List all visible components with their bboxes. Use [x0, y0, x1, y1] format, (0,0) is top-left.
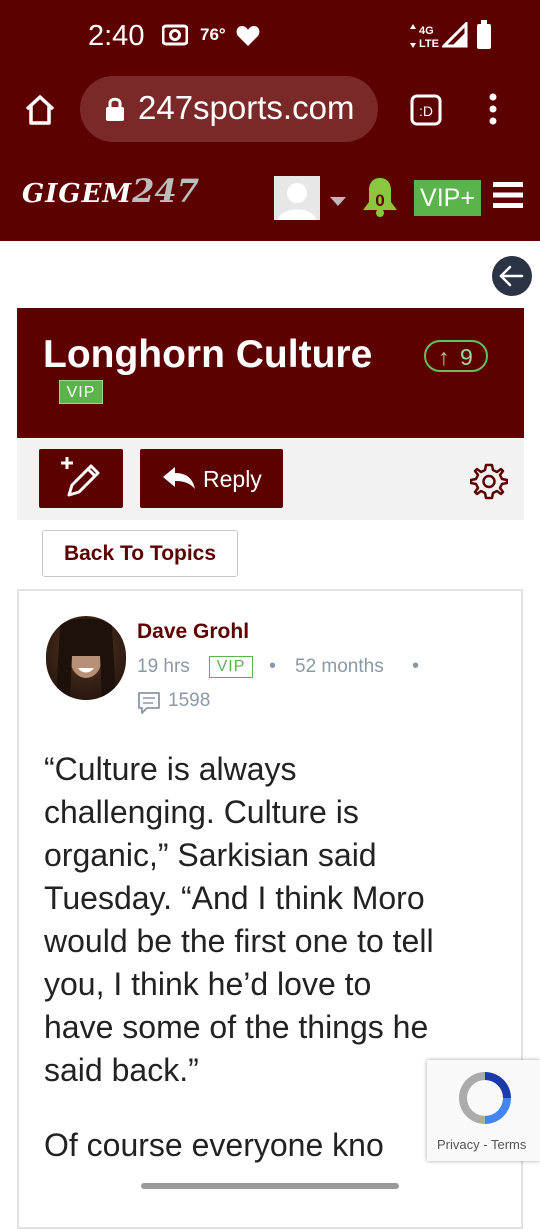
status-time: 2:40: [88, 20, 145, 52]
arrow-up-icon: ↑: [438, 344, 450, 370]
recaptcha-icon: [459, 1072, 511, 1124]
heart-icon: [236, 25, 260, 52]
thread-title: Longhorn Culture: [43, 333, 373, 376]
post-line: would be the first one to tell: [44, 923, 434, 959]
chevron-down-icon[interactable]: [330, 194, 346, 212]
terms-link[interactable]: Terms: [491, 1137, 526, 1152]
member-duration: 52 months: [295, 656, 384, 677]
link-separator: -: [483, 1137, 488, 1152]
post-line: you, I think he’d love to: [44, 966, 372, 1002]
post-line: “Culture is always: [44, 751, 297, 787]
network-4g-icon: 4G LTE: [410, 22, 440, 55]
svg-text:4G: 4G: [419, 25, 434, 37]
user-avatar[interactable]: [274, 176, 320, 220]
upvote-count: 9: [460, 344, 473, 370]
post-line: challenging. Culture is: [44, 794, 359, 830]
post-line: have some of the things he: [44, 1009, 429, 1045]
author-vip-badge: VIP: [209, 656, 253, 678]
pencil-plus-icon: [61, 457, 100, 497]
back-button[interactable]: [492, 256, 532, 296]
tab-switcher-icon[interactable]: :D: [410, 94, 442, 131]
overflow-menu-icon[interactable]: [488, 93, 498, 130]
upvote-badge[interactable]: ↑ 9: [424, 340, 488, 372]
gear-icon[interactable]: [469, 462, 509, 505]
signal-icon: [440, 20, 468, 53]
post-body: “Culture is always challenging. Culture …: [44, 748, 504, 1092]
url-text[interactable]: 247sports.com: [138, 89, 354, 127]
post-line: organic,” Sarkisian said: [44, 837, 377, 873]
privacy-link[interactable]: Privacy: [437, 1137, 480, 1152]
post-time: 19 hrs: [137, 656, 190, 677]
reply-arrow-icon: [162, 465, 196, 497]
vip-plus-button[interactable]: VIP+: [414, 180, 481, 216]
new-topic-button[interactable]: [39, 449, 123, 508]
status-temperature: 76°: [200, 25, 226, 44]
status-bar: 2:40 76° 4G LTE: [0, 0, 540, 72]
separator-dot: •: [412, 655, 420, 677]
back-to-topics-button[interactable]: Back To Topics: [42, 530, 238, 577]
post-line: Tuesday. “And I think Moro: [44, 880, 425, 916]
hamburger-menu-icon[interactable]: [493, 181, 523, 214]
reply-label: Reply: [203, 466, 262, 492]
reply-button[interactable]: Reply: [140, 449, 283, 508]
separator-dot: •: [269, 655, 277, 677]
post-count: 1598: [168, 690, 211, 711]
comment-icon: [137, 691, 161, 720]
svg-text:LTE: LTE: [419, 38, 439, 50]
vip-badge: VIP: [59, 380, 103, 404]
battery-icon: [476, 20, 492, 55]
camera-icon: [161, 24, 189, 51]
author-name[interactable]: Dave Grohl: [137, 620, 249, 644]
home-icon[interactable]: [24, 94, 56, 131]
svg-text:0: 0: [375, 191, 384, 210]
arrow-left-icon: [499, 265, 524, 287]
svg-text::D: :D: [419, 103, 433, 119]
recaptcha-links: Privacy - Terms: [437, 1137, 526, 1152]
notification-bell-icon[interactable]: 0: [360, 176, 400, 223]
gesture-nav-bar[interactable]: [141, 1183, 399, 1189]
site-logo[interactable]: GIGEM247: [22, 172, 199, 210]
lock-icon: [105, 96, 125, 127]
author-avatar[interactable]: [46, 616, 126, 700]
